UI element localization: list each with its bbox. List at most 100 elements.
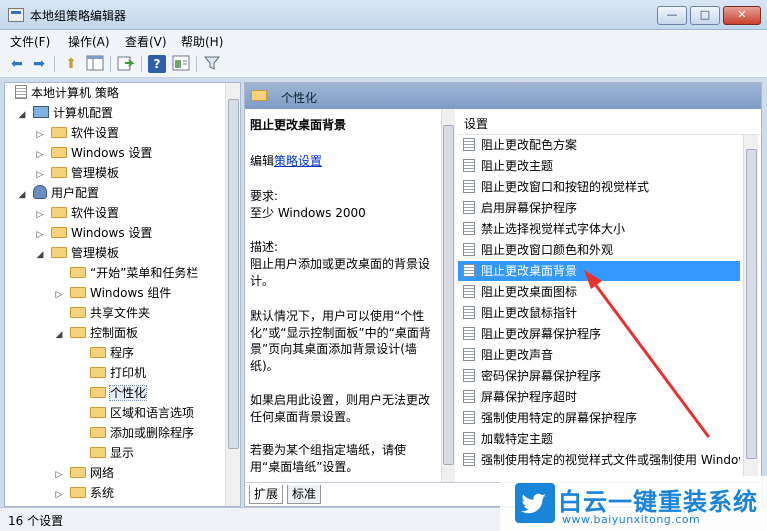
forward-icon[interactable]: ➡ <box>30 55 48 73</box>
close-button[interactable]: ✕ <box>723 6 761 25</box>
back-icon[interactable]: ⬅ <box>8 55 26 73</box>
minimize-button[interactable]: — <box>657 6 687 25</box>
show-hide-tree-icon[interactable] <box>86 55 104 73</box>
requirements-label: 要求: <box>250 189 279 203</box>
menu-action[interactable]: 操作(A) <box>68 33 110 50</box>
policy-icon <box>463 453 475 466</box>
settings-list: 设置 阻止更改配色方案 阻止更改主题 阻止更改窗口和按钮的视觉样式 启用屏幕保护… <box>458 109 761 482</box>
policy-icon <box>463 348 475 361</box>
up-folder-icon[interactable]: ⬆ <box>62 55 80 73</box>
maximize-button[interactable]: □ <box>690 6 720 25</box>
filter-icon[interactable] <box>203 55 221 73</box>
setting-row[interactable]: 阻止更改配色方案 <box>458 135 740 155</box>
setting-row[interactable]: 加载特定主题 <box>458 429 740 449</box>
tree-label: 添加或删除程序 <box>110 426 195 440</box>
tree-node[interactable]: ▷ Windows 设置 <box>35 143 153 165</box>
expand-icon[interactable]: ▷ <box>54 465 64 485</box>
tree-node[interactable]: “开始”菜单和任务栏 <box>54 263 198 283</box>
tree-label: 区域和语言选项 <box>110 406 195 420</box>
tree-node[interactable]: 区域和语言选项 <box>74 403 194 423</box>
menu-file[interactable]: 文件(F) <box>10 33 50 50</box>
folder-icon <box>70 307 86 318</box>
settings-scroll-thumb[interactable] <box>746 149 757 459</box>
column-header-settings[interactable]: 设置 <box>458 109 761 135</box>
setting-row[interactable]: 密码保护屏幕保护程序 <box>458 366 740 386</box>
setting-row[interactable]: 阻止更改鼠标指针 <box>458 303 740 323</box>
watermark-url: www.baiyunxitong.com <box>562 513 701 526</box>
collapse-icon[interactable]: ◢ <box>17 185 27 205</box>
tree-node-computer-config[interactable]: ◢ 计算机配置 <box>17 103 113 123</box>
status-text: 16 个设置 <box>8 514 64 528</box>
export-icon[interactable] <box>117 55 135 73</box>
expand-icon[interactable]: ▷ <box>35 225 45 245</box>
details-pane: 个性化 阻止更改桌面背景 编辑策略设置 要求: 至少 Windows 2000 … <box>244 82 762 507</box>
tree-node-root[interactable]: 本地计算机 策略 <box>9 83 119 103</box>
description-scroll-thumb[interactable] <box>443 125 454 465</box>
setting-row-selected[interactable]: 阻止更改桌面背景 <box>458 261 740 281</box>
description-scrollbar[interactable] <box>441 109 455 482</box>
help-icon[interactable]: ? <box>148 55 166 73</box>
expand-icon[interactable]: ▷ <box>35 145 45 165</box>
settings-scrollbar[interactable] <box>743 135 758 482</box>
policy-icon <box>463 138 475 151</box>
tree-scroll-thumb[interactable] <box>228 99 239 449</box>
tree-node[interactable]: ▷ Windows 组件 <box>54 283 172 305</box>
expand-icon[interactable]: ▷ <box>35 165 45 185</box>
tab-extended[interactable]: 扩展 <box>249 485 284 504</box>
folder-icon <box>251 90 267 101</box>
tree-node[interactable]: 程序 <box>74 343 134 363</box>
tree-label: 程序 <box>110 346 135 360</box>
setting-row[interactable]: 强制使用特定的屏幕保护程序 <box>458 408 740 428</box>
expand-icon[interactable]: ▷ <box>54 285 64 305</box>
expand-icon[interactable]: ▷ <box>35 125 45 145</box>
setting-row[interactable]: 阻止更改窗口和按钮的视觉样式 <box>458 177 740 197</box>
edit-prefix: 编辑 <box>250 154 275 168</box>
tree-node-user-config[interactable]: ◢ 用户配置 <box>17 183 99 203</box>
setting-row[interactable]: 阻止更改桌面图标 <box>458 282 740 302</box>
tree-node[interactable]: 共享文件夹 <box>54 303 150 323</box>
setting-label: 阻止更改窗口和按钮的视觉样式 <box>481 180 650 194</box>
policy-settings-link[interactable]: 策略设置 <box>274 154 322 168</box>
setting-row[interactable]: 强制使用特定的视觉样式文件或强制使用 Windows 经典 <box>458 450 740 470</box>
setting-row[interactable]: 屏幕保护程序超时 <box>458 387 740 407</box>
setting-row[interactable]: 禁止选择视觉样式字体大小 <box>458 219 740 239</box>
watermark-title: 白云一键重装系统 <box>558 488 758 516</box>
setting-row[interactable]: 阻止更改主题 <box>458 156 740 176</box>
policy-icon <box>463 390 475 403</box>
setting-row[interactable]: 阻止更改声音 <box>458 345 740 365</box>
tree-node[interactable]: 打印机 <box>74 363 146 383</box>
tab-standard[interactable]: 标准 <box>287 485 322 504</box>
setting-row[interactable]: 阻止更改窗口颜色和外观 <box>458 240 740 260</box>
menu-help[interactable]: 帮助(H) <box>181 33 223 50</box>
tree-node[interactable]: ▷ Windows 设置 <box>35 223 153 245</box>
tree-node[interactable]: 添加或删除程序 <box>74 423 194 443</box>
tree-label: 用户配置 <box>51 186 100 200</box>
tree-label: 共享文件夹 <box>90 306 151 320</box>
description-paragraph-2: 如果启用此设置，则用户无法更改任何桌面背景设置。 <box>250 393 431 424</box>
collapse-icon[interactable]: ◢ <box>35 245 45 265</box>
collapse-icon[interactable]: ◢ <box>17 105 27 125</box>
tree-node[interactable]: ▷ 软件设置 <box>35 123 119 143</box>
properties-icon[interactable] <box>172 55 190 73</box>
tree-scrollbar[interactable] <box>225 83 240 506</box>
tree-label: Windows 组件 <box>90 286 172 300</box>
expand-icon[interactable]: ▷ <box>54 485 64 505</box>
tree-label: 控制面板 <box>90 326 139 340</box>
tree-node[interactable]: ▷ 管理模板 <box>35 163 119 183</box>
collapse-icon[interactable]: ◢ <box>54 325 64 345</box>
tree-node[interactable]: 显示 <box>74 443 134 463</box>
menu-view[interactable]: 查看(V) <box>125 33 167 50</box>
tree-node[interactable]: ◢ 管理模板 <box>35 243 119 263</box>
tree-node[interactable]: ◢ 控制面板 <box>54 323 138 343</box>
tree-node[interactable]: ▷ 网络 <box>54 463 114 483</box>
setting-row[interactable]: 阻止更改屏幕保护程序 <box>458 324 740 344</box>
policy-icon <box>463 327 475 340</box>
tree-node[interactable]: ▷ 软件设置 <box>35 203 119 223</box>
tree-node-selected[interactable]: 个性化 <box>74 383 148 403</box>
setting-row[interactable]: 启用屏幕保护程序 <box>458 198 740 218</box>
policy-icon <box>463 285 475 298</box>
tree-node[interactable]: ▷ 系统 <box>54 483 114 503</box>
tree-label: 管理模板 <box>71 166 120 180</box>
setting-label: 阻止更改桌面背景 <box>481 264 578 278</box>
expand-icon[interactable]: ▷ <box>35 205 45 225</box>
